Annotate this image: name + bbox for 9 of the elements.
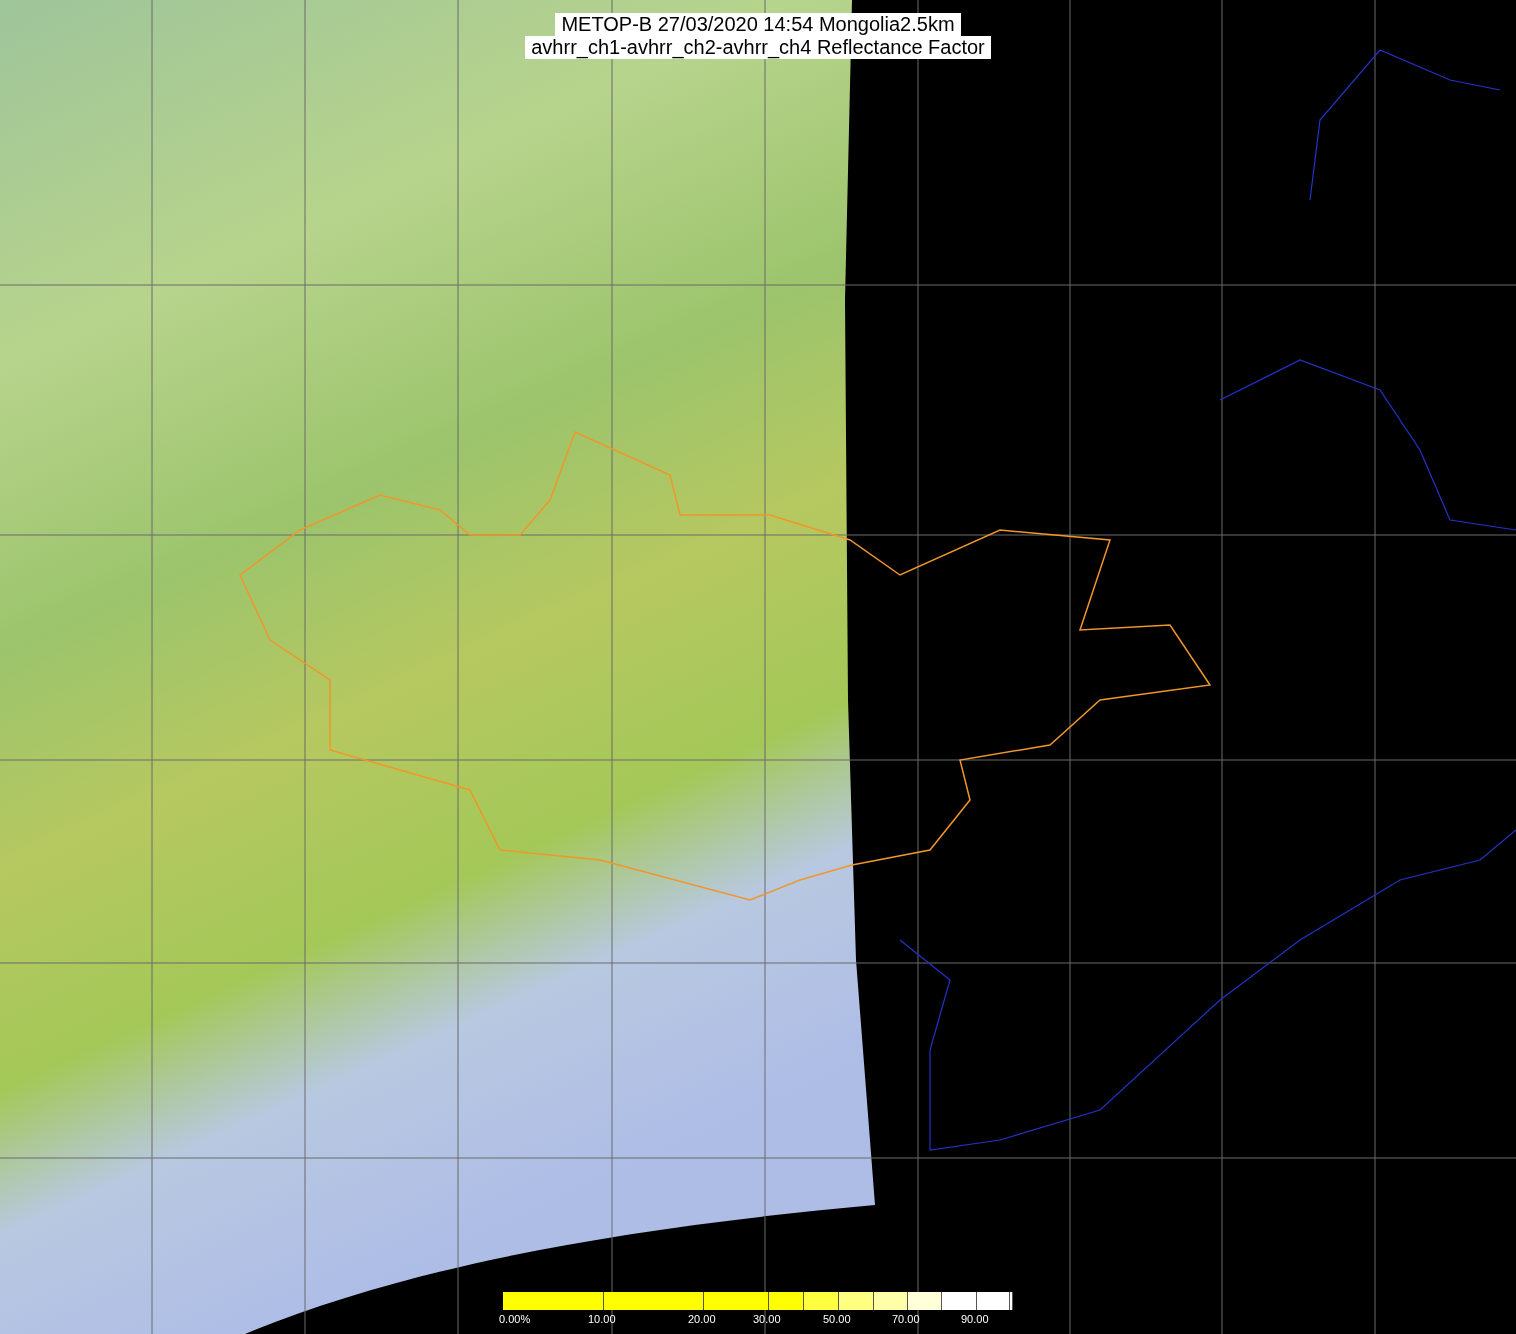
map-title: METOP-B 27/03/2020 14:54 Mongolia2.5km [555,13,961,36]
map-title: avhrr_ch1-avhrr_ch2-avhrr_ch4 Reflectance Factor [525,36,991,59]
legend-label: 0.00% [499,1312,531,1327]
legend-label: 90.00 [961,1312,989,1327]
legend-label: 30.00 [753,1312,781,1327]
legend-label: 50.00 [823,1312,851,1327]
legend-label: 20.00 [688,1312,716,1327]
legend-label: 70.00 [892,1312,920,1327]
legend-label: 10.00 [588,1312,616,1327]
